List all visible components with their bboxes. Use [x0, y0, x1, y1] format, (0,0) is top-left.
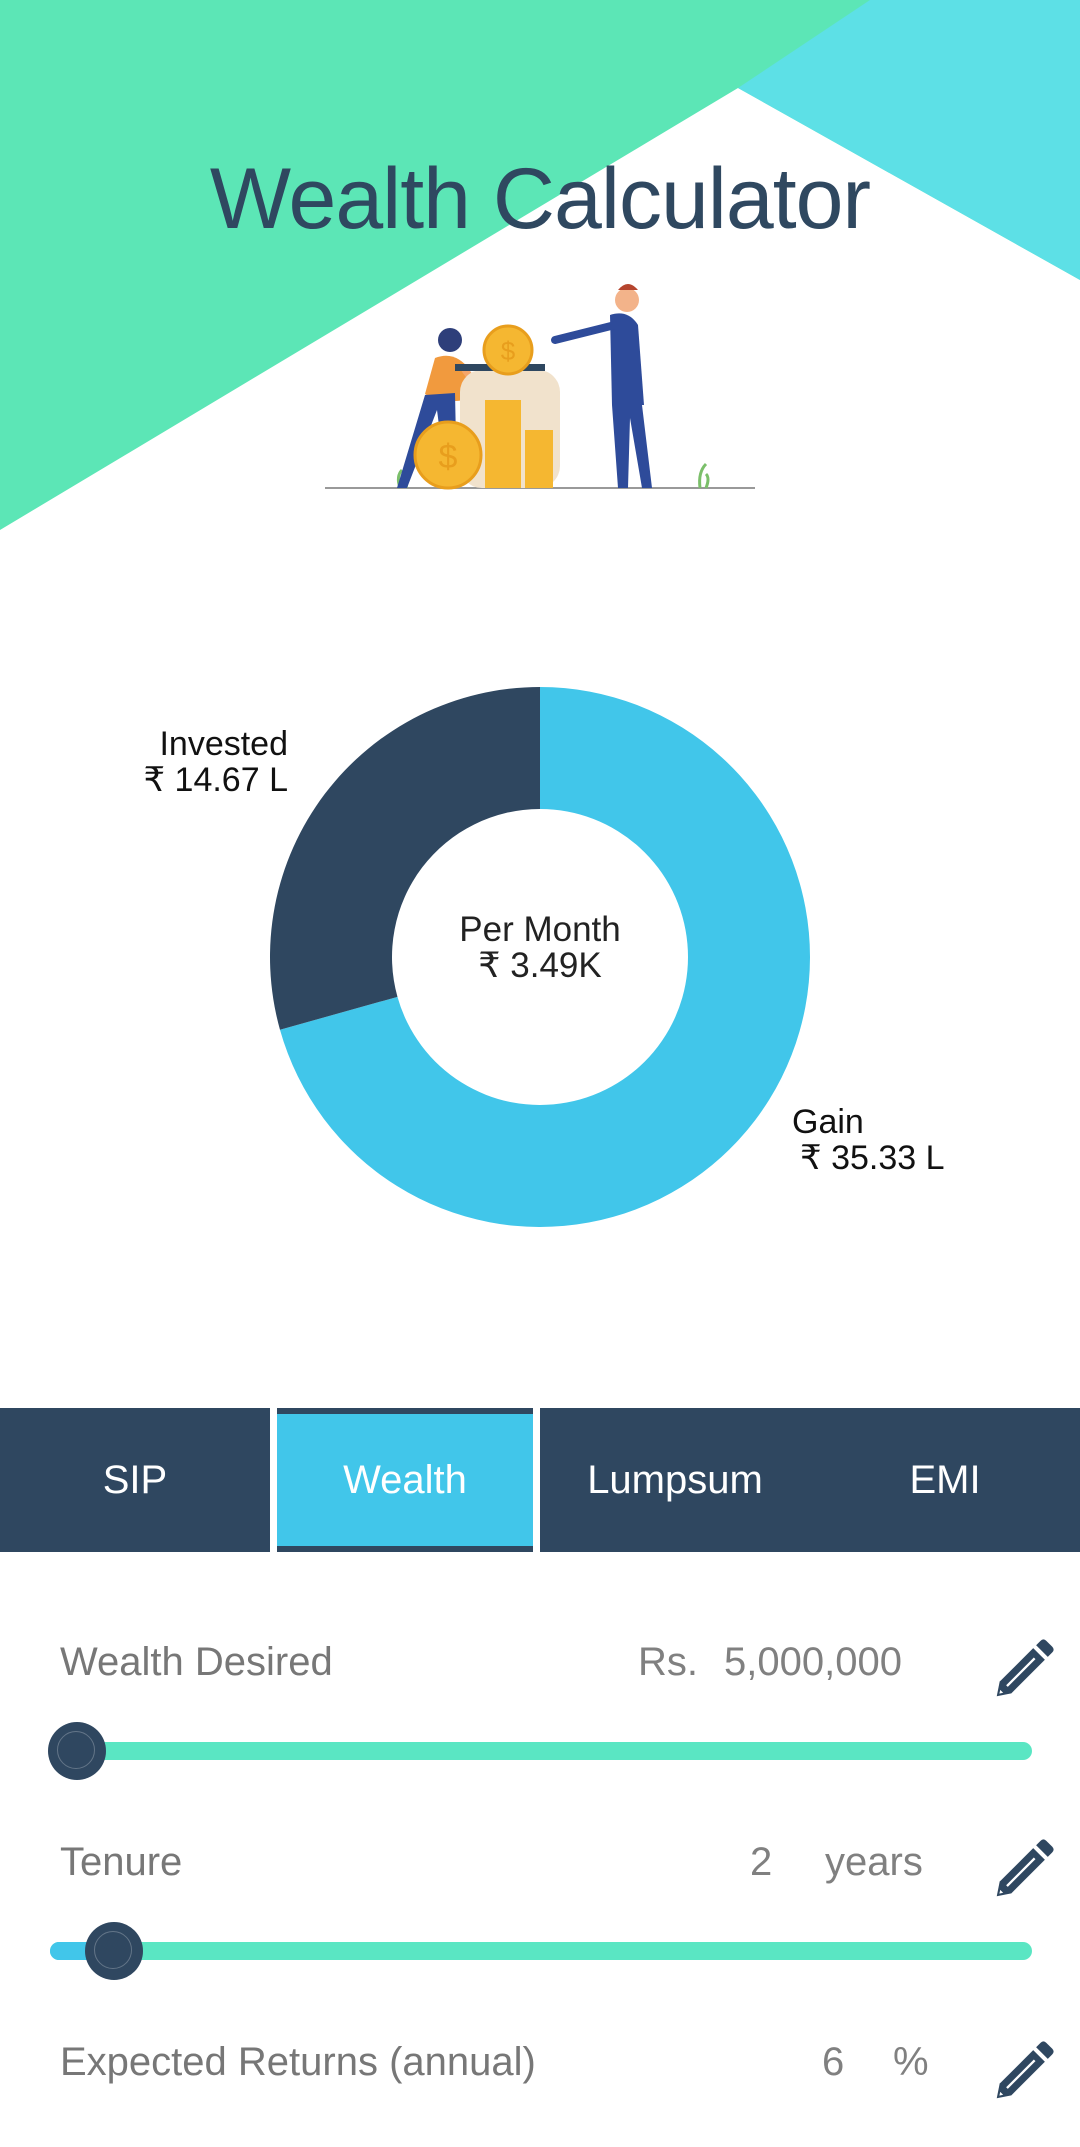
- tab-lumpsum[interactable]: Lumpsum: [540, 1408, 810, 1552]
- tenure-row: Tenure 2 years: [0, 1830, 1080, 1990]
- wealth-slider-thumb[interactable]: [48, 1722, 106, 1780]
- tenure-value[interactable]: 2: [750, 1840, 772, 1885]
- chart-label-gain: Gain ₹ 35.33 L: [792, 1104, 945, 1176]
- expected-returns-unit: %: [893, 2040, 929, 2084]
- tab-emi[interactable]: EMI: [810, 1408, 1080, 1552]
- tab-divider: [533, 1408, 540, 1552]
- wealth-desired-label: Wealth Desired: [60, 1640, 333, 1684]
- wealth-currency-prefix: Rs.: [638, 1640, 698, 1684]
- pencil-icon[interactable]: [988, 1835, 1058, 1905]
- expected-returns-label: Expected Returns (annual): [60, 2040, 536, 2084]
- wealth-desired-value[interactable]: 5,000,000: [724, 1640, 902, 1685]
- svg-text:$: $: [439, 438, 458, 476]
- chart-label-invested: Invested ₹ 14.67 L: [128, 726, 288, 798]
- gain-value: ₹ 35.33 L: [800, 1139, 945, 1177]
- tenure-unit: years: [825, 1840, 923, 1884]
- expected-returns-row: Expected Returns (annual) 6 %: [0, 2030, 1080, 2147]
- page-title: Wealth Calculator: [209, 151, 871, 247]
- center-label: Per Month: [459, 910, 621, 949]
- tab-sip[interactable]: SIP: [0, 1408, 270, 1552]
- tenure-label: Tenure: [60, 1840, 183, 1884]
- tab-divider: [270, 1408, 277, 1552]
- svg-text:$: $: [501, 336, 516, 366]
- invested-value: ₹ 14.67 L: [143, 761, 288, 799]
- wealth-desired-row: Wealth Desired Rs. 5,000,000: [0, 1630, 1080, 1790]
- wealth-slider-track[interactable]: [50, 1742, 1032, 1760]
- gain-label: Gain: [792, 1103, 864, 1141]
- pencil-icon[interactable]: [988, 2037, 1058, 2107]
- chart-center: Per Month ₹ 3.49K: [390, 912, 690, 984]
- expected-returns-value[interactable]: 6: [822, 2040, 844, 2085]
- savings-illustration: $ $: [325, 284, 755, 490]
- tenure-slider-track[interactable]: [50, 1942, 1032, 1960]
- tab-wealth[interactable]: Wealth: [277, 1414, 533, 1546]
- center-value: ₹ 3.49K: [478, 946, 602, 985]
- pencil-icon[interactable]: [988, 1635, 1058, 1705]
- tenure-slider-thumb[interactable]: [84, 1922, 143, 1980]
- calculator-tabs: SIP Wealth Lumpsum EMI: [0, 1408, 1080, 1552]
- invested-label: Invested: [159, 725, 288, 763]
